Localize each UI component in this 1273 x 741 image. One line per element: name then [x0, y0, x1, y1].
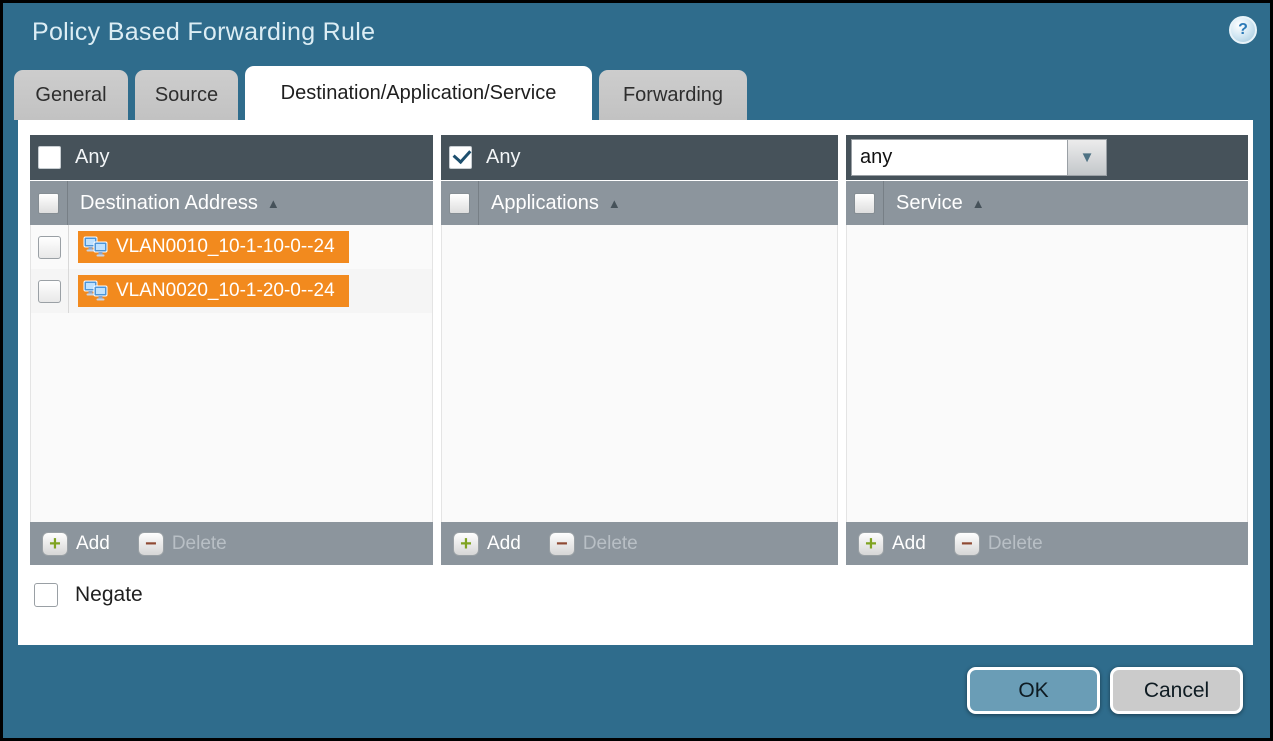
negate-row: Negate — [34, 583, 143, 607]
address-chip[interactable]: VLAN0020_10-1-20-0--24 — [78, 275, 349, 307]
tab-bar: General Source Destination/Application/S… — [14, 66, 754, 120]
destination-any-checkbox[interactable] — [38, 146, 61, 169]
destination-column-header: Destination Address ▲ — [30, 180, 433, 225]
delete-button[interactable]: − Delete — [549, 532, 638, 556]
chevron-down-icon: ▼ — [1080, 149, 1095, 166]
delete-button[interactable]: − Delete — [954, 532, 1043, 556]
sort-asc-icon[interactable]: ▲ — [608, 196, 621, 211]
delete-button[interactable]: − Delete — [138, 532, 227, 556]
delete-icon: − — [549, 532, 575, 556]
destination-any-header: Any — [30, 135, 433, 180]
service-select-all-checkbox[interactable] — [854, 193, 875, 214]
address-group-icon — [83, 280, 109, 302]
dropdown-button[interactable]: ▼ — [1068, 139, 1107, 176]
tab-source[interactable]: Source — [135, 70, 238, 120]
applications-list — [441, 225, 838, 522]
delete-icon: − — [954, 532, 980, 556]
dialog-frame: Policy Based Forwarding Rule ? General S… — [0, 0, 1273, 741]
destination-column-label[interactable]: Destination Address — [80, 192, 258, 215]
applications-select-all-checkbox[interactable] — [449, 193, 470, 214]
ok-button[interactable]: OK — [967, 667, 1100, 714]
delete-label: Delete — [988, 533, 1043, 555]
add-label: Add — [487, 533, 521, 555]
destination-any-label: Any — [75, 146, 109, 169]
address-name: VLAN0020_10-1-20-0--24 — [116, 280, 335, 302]
delete-label: Delete — [583, 533, 638, 555]
applications-any-label: Any — [486, 146, 520, 169]
service-dropdown-value[interactable]: any — [851, 139, 1068, 176]
delete-label: Delete — [172, 533, 227, 555]
add-icon: + — [42, 532, 68, 556]
applications-column-header: Applications ▲ — [441, 180, 838, 225]
delete-icon: − — [138, 532, 164, 556]
row-checkbox[interactable] — [38, 280, 61, 303]
service-column-header: Service ▲ — [846, 180, 1248, 225]
cancel-button[interactable]: Cancel — [1110, 667, 1243, 714]
sort-asc-icon[interactable]: ▲ — [267, 196, 280, 211]
destination-address-panel: Any Destination Address ▲ — [30, 135, 433, 565]
service-toolbar: + Add − Delete — [846, 522, 1248, 565]
address-chip[interactable]: VLAN0010_10-1-10-0--24 — [78, 231, 349, 263]
help-glyph: ? — [1238, 21, 1248, 39]
add-button[interactable]: + Add — [858, 532, 926, 556]
address-name: VLAN0010_10-1-10-0--24 — [116, 236, 335, 258]
negate-label: Negate — [75, 583, 143, 607]
applications-panel: Any Applications ▲ + Add − Delete — [441, 135, 838, 565]
add-label: Add — [76, 533, 110, 555]
negate-checkbox[interactable] — [34, 583, 58, 607]
add-button[interactable]: + Add — [453, 532, 521, 556]
tab-general[interactable]: General — [14, 70, 128, 120]
service-dropdown[interactable]: any ▼ — [851, 139, 1107, 176]
sort-asc-icon[interactable]: ▲ — [972, 196, 985, 211]
tab-content: Any Destination Address ▲ — [18, 120, 1253, 645]
destination-toolbar: + Add − Delete — [30, 522, 433, 565]
tab-forwarding[interactable]: Forwarding — [599, 70, 747, 120]
destination-list: VLAN0010_10-1-10-0--24 — [30, 225, 433, 522]
row-checkbox[interactable] — [38, 236, 61, 259]
service-list — [846, 225, 1248, 522]
service-dropdown-header: any ▼ — [846, 135, 1248, 180]
add-label: Add — [892, 533, 926, 555]
destination-select-all-checkbox[interactable] — [38, 193, 59, 214]
applications-column-label[interactable]: Applications — [491, 192, 599, 215]
add-icon: + — [858, 532, 884, 556]
applications-toolbar: + Add − Delete — [441, 522, 838, 565]
table-row[interactable]: VLAN0010_10-1-10-0--24 — [31, 225, 432, 269]
address-group-icon — [83, 236, 109, 258]
tab-destination-application-service[interactable]: Destination/Application/Service — [245, 66, 592, 120]
page-title: Policy Based Forwarding Rule — [32, 18, 375, 47]
help-icon[interactable]: ? — [1229, 16, 1257, 44]
table-row[interactable]: VLAN0020_10-1-20-0--24 — [31, 269, 432, 313]
applications-any-checkbox[interactable] — [449, 146, 472, 169]
service-panel: any ▼ Service ▲ + Add — [846, 135, 1248, 565]
applications-any-header: Any — [441, 135, 838, 180]
add-icon: + — [453, 532, 479, 556]
service-column-label[interactable]: Service — [896, 192, 963, 215]
add-button[interactable]: + Add — [42, 532, 110, 556]
